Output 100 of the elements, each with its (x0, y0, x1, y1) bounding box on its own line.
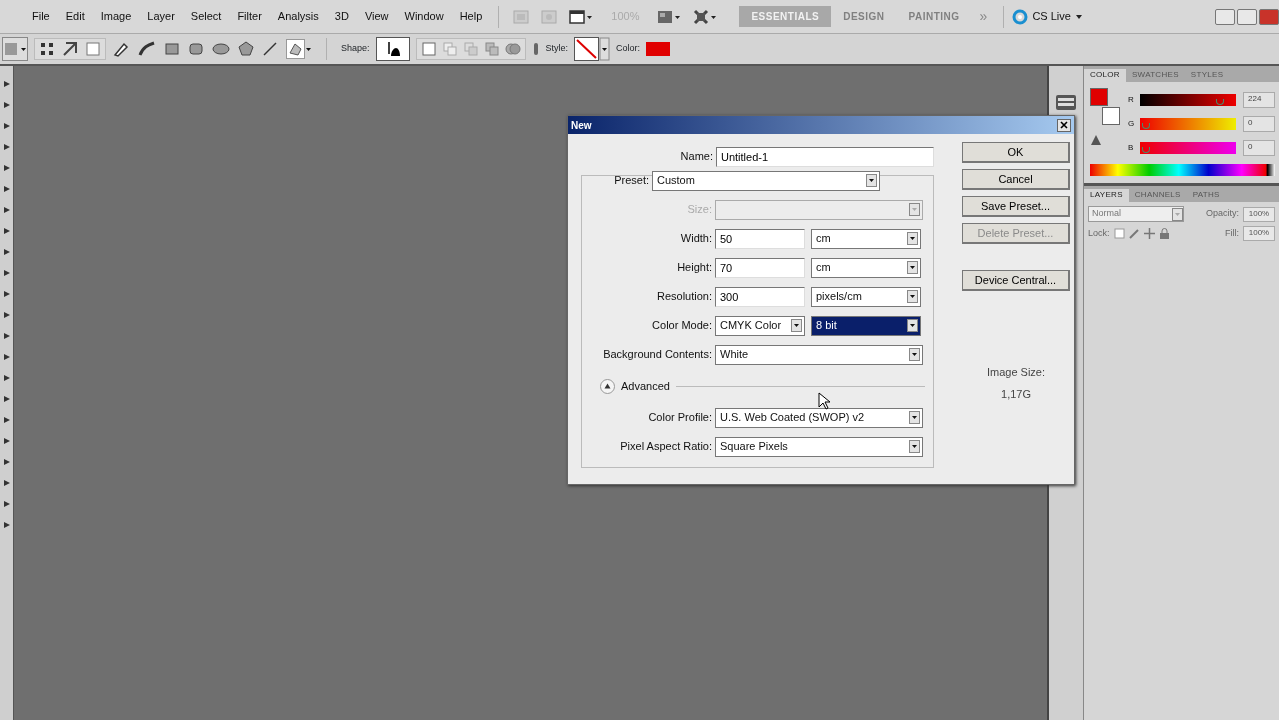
close-button[interactable] (1057, 118, 1071, 132)
opacity-field[interactable]: 100% (1243, 206, 1275, 222)
number-field[interactable]: 70 (715, 257, 805, 278)
tool-icon[interactable] (2, 395, 11, 403)
menu-item[interactable]: Layer (139, 8, 183, 25)
freeform-pen-icon[interactable] (138, 41, 156, 57)
menu-item[interactable]: Image (92, 8, 140, 25)
new-layer-mode-icon[interactable] (420, 41, 437, 57)
dialog-button[interactable]: Cancel (962, 169, 1070, 190)
menu-item[interactable]: 3D (326, 8, 357, 25)
polygon-icon[interactable] (238, 41, 254, 57)
color-spectrum-bar[interactable] (1090, 164, 1275, 176)
menu-item[interactable]: Filter (229, 8, 270, 25)
caret-icon (909, 411, 920, 424)
dialog-button[interactable]: Save Preset... (962, 196, 1070, 217)
foreground-color-swatch[interactable] (1090, 88, 1108, 106)
panel-tab[interactable]: COLOR (1084, 69, 1126, 82)
tool-icon[interactable] (2, 374, 11, 382)
tool-icon[interactable] (2, 122, 11, 130)
menu-item[interactable]: Edit (57, 8, 93, 25)
text-field[interactable]: Untitled-1 (716, 146, 934, 167)
dropdown[interactable]: U.S. Web Coated (SWOP) v2 (715, 407, 923, 428)
menu-item[interactable]: Window (396, 8, 452, 25)
pen-icon[interactable] (112, 41, 130, 57)
menu-item[interactable]: File (24, 8, 58, 25)
background-color-swatch[interactable] (1102, 107, 1120, 125)
channel-value-field[interactable]: 0 (1243, 140, 1275, 156)
rectangle-icon[interactable] (164, 41, 180, 57)
tool-icon[interactable] (2, 290, 11, 298)
tool-icon[interactable] (2, 521, 11, 529)
opacity-label: Opacity: (1206, 207, 1239, 221)
channel-value-field[interactable]: 0 (1243, 116, 1275, 132)
color-slider[interactable] (1140, 118, 1236, 130)
tool-icon[interactable] (2, 311, 11, 319)
shape-picker[interactable] (375, 37, 410, 61)
tool-icon[interactable] (2, 458, 11, 466)
ellipse-icon[interactable] (212, 41, 230, 57)
rounded-rectangle-icon[interactable] (188, 41, 204, 57)
paths-icon[interactable] (62, 41, 80, 57)
tool-icon[interactable] (2, 437, 11, 445)
dropdown[interactable]: cm (811, 257, 921, 278)
minimize-button[interactable] (1215, 8, 1235, 25)
lock-icon[interactable] (1158, 228, 1170, 239)
dialog-button[interactable]: OK (962, 142, 1070, 163)
dropdown[interactable]: Square Pixels (715, 436, 923, 457)
number-field[interactable]: 50 (715, 228, 805, 249)
menu-item[interactable]: View (356, 8, 397, 25)
channel-value-field[interactable]: 224 (1243, 92, 1275, 108)
restore-button[interactable] (1237, 8, 1257, 25)
tool-icon[interactable] (2, 206, 11, 214)
style-picker[interactable] (574, 37, 611, 61)
exclude-area-icon[interactable] (504, 41, 521, 57)
dropdown[interactable]: CMYK Color (715, 315, 805, 336)
brush-icon[interactable] (1128, 228, 1140, 239)
cs-live-icon[interactable] (1012, 8, 1029, 25)
cs-live-menu[interactable]: CS Live (1032, 8, 1071, 25)
tool-icon[interactable] (2, 332, 11, 340)
dropdown[interactable]: White (715, 344, 923, 365)
line-icon[interactable] (262, 41, 278, 57)
tool-icon[interactable] (2, 227, 11, 235)
dropdown[interactable]: pixels/cm (811, 286, 921, 307)
panel-tab[interactable]: LAYERS (1084, 189, 1129, 202)
tool-icon[interactable] (2, 500, 11, 508)
history-panel-icon[interactable] (1055, 92, 1077, 112)
color-slider[interactable] (1140, 94, 1236, 106)
field-label: Resolution: (655, 289, 713, 305)
color-swatch[interactable] (646, 42, 671, 56)
advanced-toggle[interactable] (600, 378, 615, 394)
menu-item[interactable]: Select (182, 8, 230, 25)
dropdown[interactable]: cm (811, 228, 921, 249)
dropdown[interactable]: Custom (652, 170, 880, 191)
tool-icon[interactable] (2, 80, 11, 88)
screen-mode-icon[interactable] (569, 8, 594, 25)
number-field[interactable]: 300 (715, 286, 805, 307)
menu-item[interactable]: Analysis (269, 8, 327, 25)
extras-icon[interactable] (693, 8, 718, 25)
tool-icon[interactable] (2, 164, 11, 172)
tool-icon[interactable] (2, 353, 11, 361)
menu-item[interactable]: Help (451, 8, 491, 25)
close-icon (1060, 121, 1068, 129)
tool-icon[interactable] (2, 479, 11, 487)
tool-icon[interactable] (2, 269, 11, 277)
tool-icon[interactable] (2, 143, 11, 151)
move-icon[interactable] (1143, 228, 1155, 239)
dropdown[interactable]: 8 bit (811, 315, 921, 336)
fill-field[interactable]: 100% (1243, 226, 1275, 241)
tool-icon[interactable] (2, 248, 11, 256)
dialog-button[interactable]: Device Central... (962, 270, 1070, 291)
tool-icon[interactable] (2, 185, 11, 193)
custom-shape-icon[interactable] (286, 39, 312, 59)
color-slider[interactable] (1140, 142, 1236, 154)
arrange-documents-icon[interactable] (657, 8, 682, 25)
caret-icon (791, 319, 802, 332)
field-label: Size: (686, 202, 713, 218)
caret-icon (1074, 13, 1083, 20)
tool-icon[interactable] (2, 101, 11, 109)
warning-icon[interactable] (1090, 134, 1102, 146)
tool-icon[interactable] (2, 416, 11, 424)
blend-mode-dropdown[interactable]: Normal (1088, 206, 1184, 222)
tool-preset-icon[interactable] (2, 37, 28, 61)
